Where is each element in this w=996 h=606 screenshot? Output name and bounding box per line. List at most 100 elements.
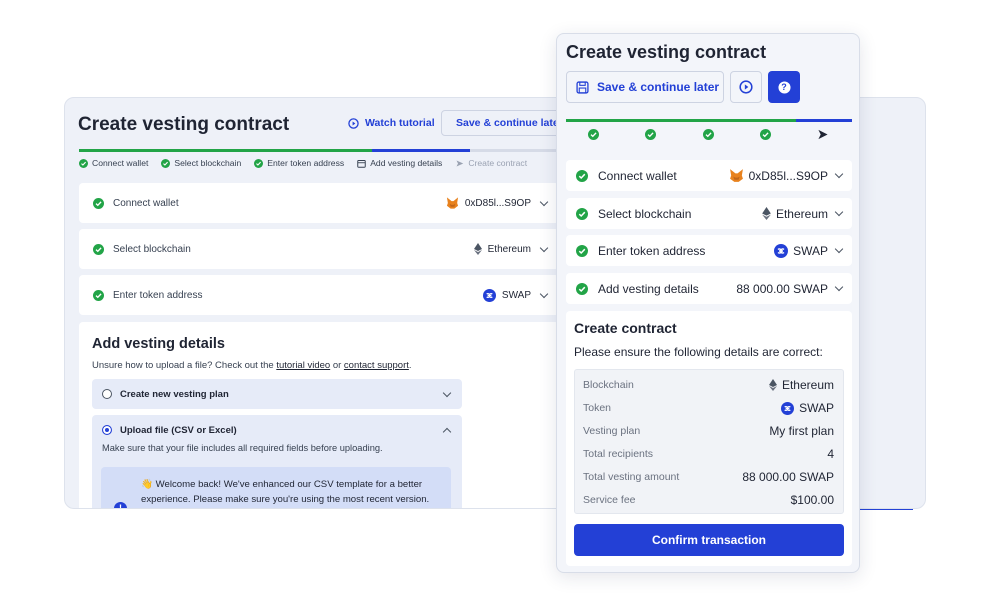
page-title: Create vesting contract <box>78 114 290 135</box>
info-banner: 👋 Welcome back! We've enhanced our CSV t… <box>101 467 451 508</box>
create-contract-panel: Create vesting contract Save & continue … <box>556 33 860 573</box>
swap-icon <box>781 401 795 415</box>
details-summary: Blockchain Ethereum Token SWAP Vesting p… <box>574 369 844 514</box>
step-select-blockchain[interactable]: Select blockchain <box>161 158 241 168</box>
detail-value: 4 <box>827 447 834 461</box>
detail-value: $100.00 <box>790 493 834 507</box>
detail-row: Vesting plan My first plan <box>583 422 834 440</box>
step-create-contract[interactable]: Create contract <box>455 158 527 168</box>
fox-icon <box>729 169 743 182</box>
radio-button[interactable] <box>102 389 112 399</box>
section-heading: Create contract <box>574 320 677 336</box>
tutorial-video-link[interactable]: tutorial video <box>276 360 330 371</box>
check-circle-icon[interactable] <box>645 129 656 140</box>
swap-icon <box>774 243 789 258</box>
step-label: Enter token address <box>267 158 345 168</box>
arrow-icon <box>456 160 464 166</box>
option-label: Create new vesting plan <box>120 388 229 400</box>
detail-row: Total vesting amount 88 000.00 SWAP <box>583 468 834 486</box>
card-label: Select blockchain <box>598 206 692 221</box>
check-circle-icon <box>254 158 264 168</box>
detail-row: Total recipients 4 <box>583 445 834 463</box>
detail-value: Ethereum <box>781 378 834 392</box>
step-connect-wallet[interactable]: Connect wallet <box>79 158 148 168</box>
fox-icon <box>446 197 458 209</box>
vesting-details-section: Add vesting details Unsure how to upload… <box>79 322 559 508</box>
progress-bar <box>566 119 852 122</box>
subtitle-text: Unsure how to upload a file? Check out t… <box>92 360 277 371</box>
detail-key: Service fee <box>583 494 636 506</box>
detail-key: Vesting plan <box>583 425 641 437</box>
check-circle-icon <box>93 289 104 301</box>
chevron-down-icon <box>539 197 549 206</box>
check-circle-icon <box>576 282 588 295</box>
save-continue-button[interactable]: Save & continue later <box>441 110 561 136</box>
check-circle-icon[interactable] <box>760 129 771 140</box>
calendar-icon <box>357 159 366 168</box>
swap-icon <box>482 288 496 302</box>
card-label: Connect wallet <box>598 168 677 183</box>
token-value: SWAP <box>793 243 828 258</box>
confirm-transaction-button[interactable]: Confirm transaction <box>574 524 844 556</box>
step-label: Connect wallet <box>92 158 149 168</box>
card-label: Enter token address <box>113 289 203 301</box>
card-connect-wallet[interactable]: Connect wallet 0xD85l...S9OP <box>79 183 559 223</box>
card-label: Enter token address <box>598 243 706 258</box>
check-circle-icon <box>576 244 588 257</box>
chevron-down-icon <box>539 243 549 252</box>
watch-tutorial-button[interactable] <box>730 71 762 103</box>
subtitle-text: or <box>330 360 344 371</box>
step-add-vesting-details[interactable]: Add vesting details <box>357 158 442 168</box>
banner-text: 👋 Welcome back! We've enhanced our CSV t… <box>141 477 441 507</box>
detail-value: 88 000.00 SWAP <box>742 470 834 484</box>
help-label: ? <box>781 82 787 92</box>
section-subtitle: Unsure how to upload a file? Check out t… <box>92 360 412 371</box>
section-heading: Add vesting details <box>92 336 225 352</box>
card-label: Connect wallet <box>113 197 179 209</box>
detail-row: Service fee $100.00 <box>583 491 834 509</box>
help-button[interactable]: ? <box>768 71 800 103</box>
radio-button-selected[interactable] <box>102 425 112 435</box>
card-connect-wallet[interactable]: Connect wallet 0xD85l...S9OP <box>566 160 852 191</box>
detail-key: Total vesting amount <box>583 471 680 483</box>
card-enter-token-address[interactable]: Enter token address SWAP <box>566 235 852 266</box>
step-enter-token-address[interactable]: Enter token address <box>254 158 344 168</box>
arrow-icon[interactable] <box>817 129 829 140</box>
upload-note: Make sure that your file includes all re… <box>102 443 383 453</box>
check-circle-icon <box>576 169 588 182</box>
chevron-down-icon <box>539 289 549 298</box>
step-label: Add vesting details <box>370 158 443 168</box>
check-circle-icon[interactable] <box>703 129 714 140</box>
ethereum-icon <box>768 379 777 391</box>
card-label: Add vesting details <box>598 281 699 296</box>
step-label: Select blockchain <box>174 158 242 168</box>
detail-key: Total recipients <box>583 448 654 460</box>
chevron-down-icon <box>442 388 452 397</box>
info-icon: ! <box>114 502 127 508</box>
step-label: Create contract <box>468 158 528 168</box>
watch-tutorial-link[interactable]: Watch tutorial <box>348 117 435 129</box>
option-upload-file[interactable]: Upload file (CSV or Excel) Make sure tha… <box>92 415 462 508</box>
check-circle-icon[interactable] <box>588 129 599 140</box>
chevron-down-icon <box>834 282 844 292</box>
detail-row: Blockchain Ethereum <box>583 376 834 394</box>
contact-support-link[interactable]: contact support <box>344 360 409 371</box>
check-circle-icon <box>576 207 588 220</box>
save-continue-button[interactable]: Save & continue later <box>566 71 724 103</box>
detail-value: SWAP <box>799 401 834 415</box>
check-circle-icon <box>93 243 104 255</box>
chevron-down-icon <box>834 169 844 179</box>
option-create-new-plan[interactable]: Create new vesting plan <box>92 379 462 409</box>
card-select-blockchain[interactable]: Select blockchain Ethereum <box>79 229 559 269</box>
card-add-vesting-details[interactable]: Add vesting details 88 000.00 SWAP <box>566 273 852 304</box>
chevron-down-icon <box>834 244 844 254</box>
play-icon <box>739 80 753 94</box>
stepper <box>557 129 859 145</box>
check-circle-icon <box>79 158 88 168</box>
check-circle-icon <box>161 158 171 168</box>
card-select-blockchain[interactable]: Select blockchain Ethereum <box>566 198 852 229</box>
card-enter-token-address[interactable]: Enter token address SWAP <box>79 275 559 315</box>
save-icon <box>576 80 589 94</box>
banner-message: Welcome back! We've enhanced our CSV tem… <box>141 479 430 505</box>
play-icon <box>348 117 359 129</box>
